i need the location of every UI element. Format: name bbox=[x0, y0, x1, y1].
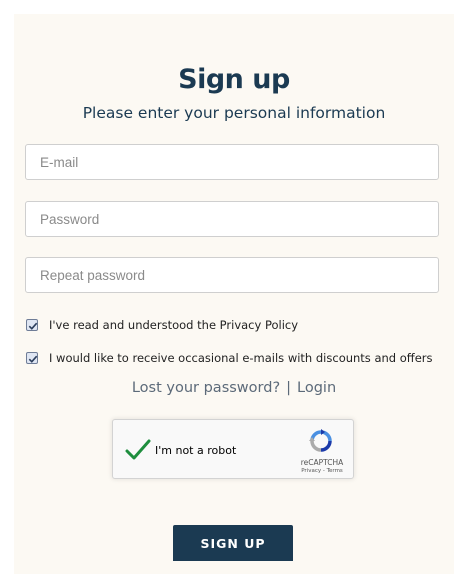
page-subtitle: Please enter your personal information bbox=[82, 104, 386, 122]
checkbox-checked-icon bbox=[28, 355, 38, 363]
check-icon[interactable] bbox=[124, 436, 152, 464]
checkbox-checked-icon bbox=[28, 322, 38, 330]
sign-up-button[interactable]: SIGN UP bbox=[173, 525, 293, 561]
recaptcha-brand: reCAPTCHA bbox=[300, 458, 344, 467]
signup-panel: Sign up Please enter your personal infor… bbox=[14, 14, 454, 574]
newsletter-label: I would like to receive occasional e-mai… bbox=[49, 351, 433, 365]
recaptcha-terms-link[interactable]: Privacy - Terms bbox=[293, 468, 351, 474]
repeat-password-field[interactable] bbox=[25, 257, 439, 293]
lost-password-link[interactable]: Lost your password? bbox=[132, 380, 280, 396]
recaptcha-label: I'm not a robot bbox=[155, 444, 237, 457]
password-field[interactable] bbox=[25, 201, 439, 237]
newsletter-checkbox[interactable] bbox=[26, 352, 38, 364]
link-separator: | bbox=[286, 380, 292, 396]
privacy-policy-label: I've read and understood the Privacy Pol… bbox=[49, 318, 299, 332]
recaptcha-widget: I'm not a robot reCAPTCHA Privacy - Term… bbox=[112, 419, 354, 479]
email-field[interactable] bbox=[25, 144, 439, 180]
page-title: Sign up bbox=[178, 64, 290, 95]
login-link[interactable]: Login bbox=[297, 380, 336, 396]
newsletter-row[interactable]: I would like to receive occasional e-mai… bbox=[26, 349, 433, 367]
privacy-policy-checkbox[interactable] bbox=[26, 319, 38, 331]
account-links: Lost your password? | Login bbox=[14, 380, 454, 396]
recaptcha-logo-icon bbox=[309, 429, 332, 452]
privacy-policy-row[interactable]: I've read and understood the Privacy Pol… bbox=[26, 316, 298, 334]
